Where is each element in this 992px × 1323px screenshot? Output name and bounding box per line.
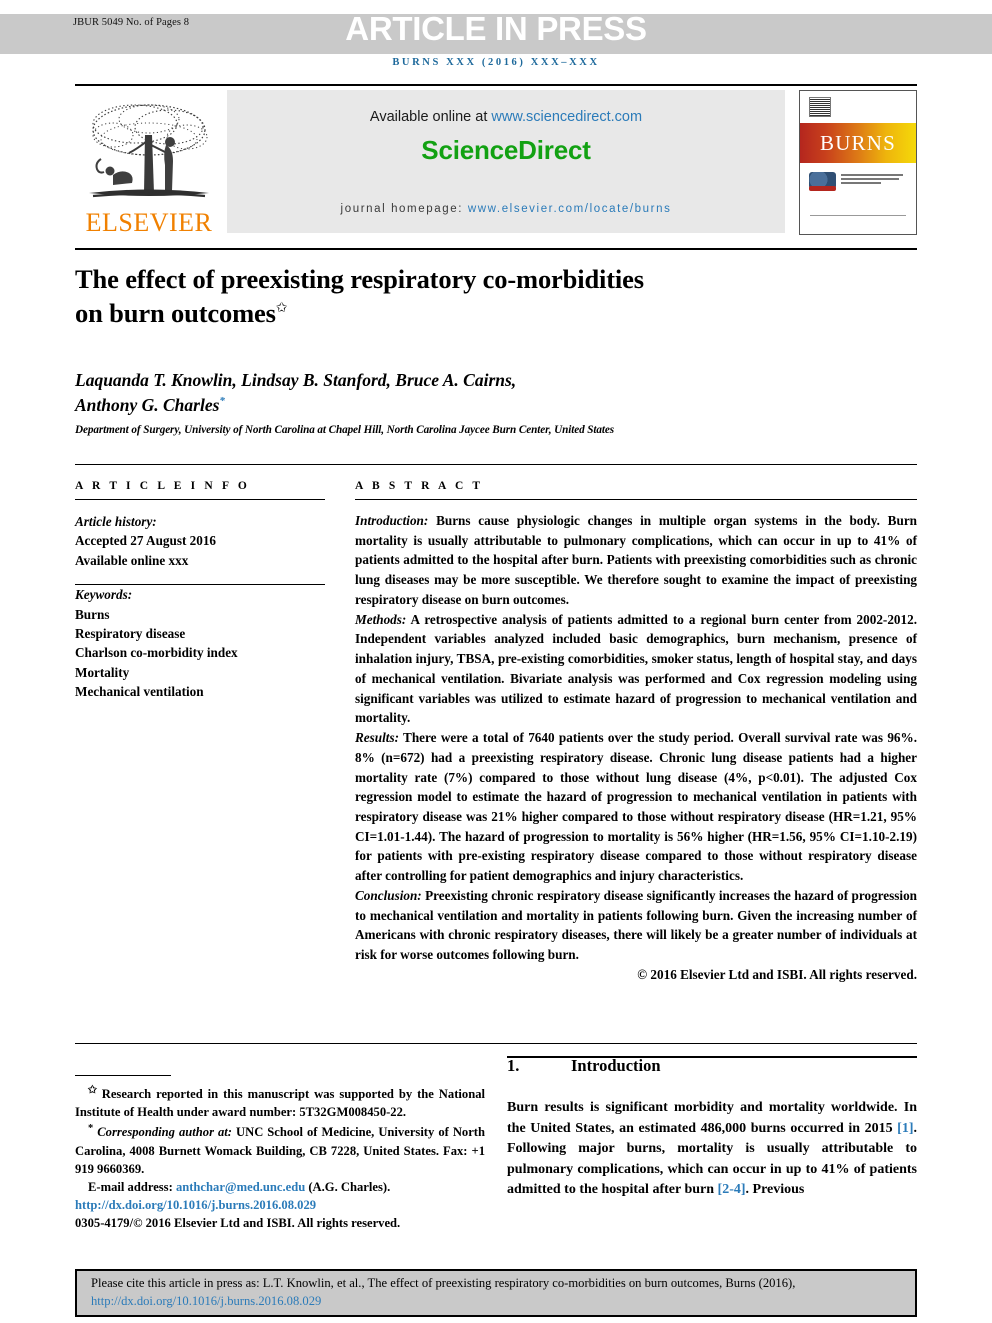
elsevier-tree-icon (89, 104, 209, 198)
article-info-rule (75, 499, 325, 500)
abstract-conclusion-label: Conclusion: (355, 887, 422, 903)
introduction-title: Introduction (571, 1056, 661, 1075)
affiliation: Department of Surgery, University of Nor… (75, 424, 615, 436)
introduction-section: 1. Introduction Burn results is signific… (507, 1056, 917, 1201)
page-title: The effect of preexisting respiratory co… (75, 262, 835, 331)
article-info-section: A R T I C L E I N F O Article history: A… (75, 480, 325, 702)
abstract-introduction-text: Burns cause physiologic changes in multi… (355, 513, 917, 607)
journal-homepage-url[interactable]: www.elsevier.com/locate/burns (468, 203, 672, 215)
email-suffix: (A.G. Charles). (305, 1180, 391, 1194)
isbi-emblem-icon (809, 172, 836, 191)
abstract-methods-text: A retrospective analysis of patients adm… (355, 611, 917, 726)
abstract-conclusion-text: Preexisting chronic respiratory disease … (355, 887, 917, 963)
corresponding-author-footnote: * Corresponding author at: UNC School of… (75, 1121, 485, 1178)
email-footnote: E-mail address: anthchar@med.unc.edu (A.… (75, 1178, 485, 1196)
article-history: Article history: Accepted 27 August 2016… (75, 512, 325, 570)
cover-top (800, 91, 916, 123)
funding-footnote-text: Research reported in this manuscript was… (75, 1087, 485, 1120)
funding-footnote: ✩ Research reported in this manuscript w… (75, 1083, 485, 1121)
corresponding-author-marker: * (219, 395, 225, 408)
article-info-heading: A R T I C L E I N F O (75, 480, 250, 492)
sciencedirect-banner: Available online at www.sciencedirect.co… (227, 90, 785, 233)
corresponding-author-label: Corresponding author at: (93, 1125, 232, 1140)
cover-bottom-rule (810, 215, 906, 216)
footnote-separator (75, 1075, 171, 1076)
email-label: E-mail address: (88, 1180, 176, 1194)
journal-homepage-line: journal homepage: www.elsevier.com/locat… (227, 203, 785, 215)
cite-this-article-box: Please cite this article in press as: L.… (75, 1269, 917, 1317)
abstract-results-label: Results: (355, 730, 399, 746)
masthead-bottom-rule (75, 248, 917, 250)
keywords-block: Keywords: Burns Respiratory disease Char… (75, 585, 325, 701)
citation-reference-2[interactable]: [2-4] (718, 1182, 746, 1197)
introduction-number: 1. (507, 1056, 520, 1075)
abstract-heading: A B S T R A C T (355, 480, 484, 492)
cover-journal-title: BURNS (819, 130, 897, 155)
introduction-heading: 1. Introduction (507, 1056, 917, 1076)
abstract-introduction-label: Introduction: (355, 513, 429, 528)
elsevier-wordmark: ELSEVIER (85, 208, 213, 237)
citation-reference-1[interactable]: [1] (897, 1121, 913, 1136)
keywords-label: Keywords: (75, 587, 133, 603)
article-in-press-label: ARTICLE IN PRESS (345, 10, 647, 47)
footnotes-section: ✩ Research reported in this manuscript w… (75, 1075, 485, 1232)
issn-copyright-line: 0305-4179/© 2016 Elsevier Ltd and ISBI. … (75, 1216, 401, 1231)
abstract-body: Introduction: Burns cause physiologic ch… (355, 511, 917, 985)
author-list: Laquanda T. Knowlin, Lindsay B. Stanford… (75, 368, 875, 418)
sciencedirect-logo: ScienceDirect (421, 135, 591, 165)
abstract-paragraph-conclusion: Conclusion: Preexisting chronic respirat… (355, 886, 917, 965)
keyword-item: Mechanical ventilation (75, 684, 204, 700)
doi-line: http://dx.doi.org/10.1016/j.burns.2016.0… (75, 1196, 485, 1214)
article-history-label: Article history: (75, 514, 157, 529)
email-link[interactable]: anthchar@med.unc.edu (176, 1180, 305, 1194)
introduction-text-part-1: Burn results is significant morbidity an… (507, 1100, 917, 1136)
available-online-line: Available online at www.sciencedirect.co… (227, 90, 785, 125)
masthead: ELSEVIER Available online at www.science… (75, 88, 917, 236)
available-online-label: Available online at (369, 109, 492, 125)
cite-text-body: Please cite this article in press as: L.… (91, 1276, 796, 1291)
introduction-text-part-3: . Previous (745, 1182, 805, 1198)
keyword-item: Burns (75, 606, 110, 622)
journal-homepage-label: journal homepage: (340, 203, 468, 215)
title-footnote-marker: ✩ (275, 301, 288, 317)
lower-section-rule (75, 1043, 917, 1044)
barcode-icon (809, 97, 831, 117)
elsevier-logo: ELSEVIER (75, 88, 223, 236)
abstract-results-text: There were a total of 7640 patients over… (355, 730, 917, 884)
affiliation-bottom-rule (75, 464, 917, 465)
title-line-2: on burn outcomes (75, 298, 276, 329)
masthead-top-rule (75, 84, 917, 86)
title-line-1: The effect of preexisting respiratory co… (75, 264, 644, 294)
keyword-item: Respiratory disease (75, 626, 186, 642)
abstract-paragraph-methods: Methods: A retrospective analysis of pat… (355, 610, 917, 728)
keyword-item: Charlson co-morbidity index (75, 645, 238, 661)
authors-line-1: Laquanda T. Knowlin, Lindsay B. Stanford… (75, 370, 517, 390)
history-item: Available online xxx (75, 552, 189, 568)
abstract-paragraph-results: Results: There were a total of 7640 pati… (355, 728, 917, 886)
introduction-body: Burn results is significant morbidity an… (507, 1098, 917, 1201)
cover-title-band: BURNS (800, 123, 916, 163)
authors-line-2: Anthony G. Charles (75, 395, 220, 416)
abstract-section: A B S T R A C T Introduction: Burns caus… (355, 480, 917, 985)
isbi-caption-lines (841, 172, 908, 186)
cite-doi-link[interactable]: http://dx.doi.org/10.1016/j.burns.2016.0… (91, 1294, 321, 1308)
abstract-copyright: © 2016 Elsevier Ltd and ISBI. All rights… (637, 966, 917, 982)
funding-footnote-marker: ✩ (88, 1085, 97, 1096)
doi-link[interactable]: http://dx.doi.org/10.1016/j.burns.2016.0… (75, 1198, 316, 1212)
history-item: Accepted 27 August 2016 (75, 533, 217, 549)
abstract-methods-label: Methods: (355, 611, 407, 627)
cite-this-article-text: Please cite this article in press as: L.… (77, 1275, 915, 1311)
journal-cover-thumbnail: BURNS (799, 90, 917, 235)
cover-society-logo (800, 163, 916, 191)
keyword-item: Mortality (75, 664, 130, 680)
journal-reference-line: burns xxx (2016) xxx–xxx (392, 57, 600, 68)
sciencedirect-url[interactable]: www.sciencedirect.com (491, 109, 642, 125)
abstract-rule (355, 499, 917, 500)
abstract-paragraph-introduction: Introduction: Burns cause physiologic ch… (355, 511, 917, 610)
